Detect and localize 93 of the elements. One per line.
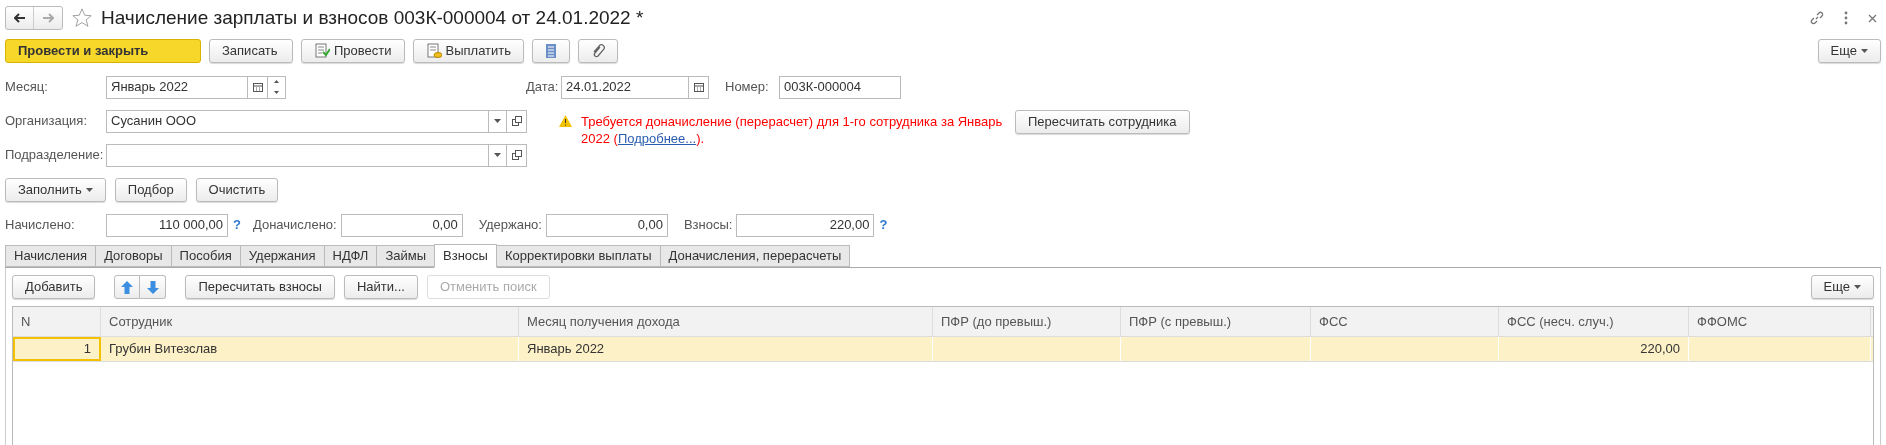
- column-header[interactable]: ПФР (с превыш.): [1121, 307, 1311, 336]
- amount-field[interactable]: 0,00: [545, 213, 668, 237]
- field-label: Месяц:: [5, 78, 49, 97]
- field-label: Номер:: [725, 78, 770, 97]
- amount-field[interactable]: 0,00: [340, 213, 463, 237]
- attach-button[interactable]: [578, 39, 619, 63]
- column-header[interactable]: ФСС (несч. случ.): [1499, 307, 1689, 336]
- toolbar-button[interactable]: Пересчитать взносы: [185, 275, 335, 299]
- action-button[interactable]: Очистить: [195, 178, 279, 202]
- caret-icon: [85, 188, 93, 192]
- more-button[interactable]: Еще: [1817, 39, 1881, 63]
- tab[interactable]: Доначисления, перерасчеты: [659, 245, 851, 267]
- move-down-button[interactable]: [140, 275, 167, 299]
- caret-icon: [1854, 285, 1861, 289]
- toolbar-button[interactable]: Добавить: [12, 275, 96, 299]
- calendar-button[interactable]: [248, 75, 268, 99]
- move-up-button[interactable]: [114, 275, 141, 299]
- document-coins-icon: [425, 43, 442, 59]
- warning-message: Требуется доначисление (перерасчет) для 1-го сотрудника за Январь 2022 (Подробнее...).: [581, 113, 1004, 147]
- column-header[interactable]: ФСС: [1311, 307, 1499, 336]
- table-cell: Январь 2022: [519, 337, 933, 361]
- tab[interactable]: Пособия: [170, 245, 241, 267]
- field-label: Подразделение:: [5, 146, 105, 165]
- table-row[interactable]: 1 Грубин Витезслав Январь 2022 220,00: [13, 337, 1873, 362]
- left-arrow-icon: [13, 13, 26, 23]
- details-link[interactable]: Подробнее...: [617, 131, 697, 146]
- month-field[interactable]: Январь 2022: [106, 75, 248, 99]
- amount-field[interactable]: 220,00: [736, 213, 875, 237]
- open-button[interactable]: [507, 143, 527, 167]
- field-label: Взносы:: [683, 216, 733, 235]
- spin-button[interactable]: [268, 75, 286, 99]
- down-arrow-icon: [146, 280, 159, 294]
- field-label: Дата:: [526, 78, 560, 97]
- help-link[interactable]: ?: [879, 215, 892, 235]
- window-title: Начисление зарплаты и взносов 003К-000004 от 24.01.2022 *: [101, 5, 644, 30]
- caret-icon: [1861, 49, 1868, 53]
- column-header[interactable]: ФФОМС: [1689, 307, 1871, 336]
- toolbar-button[interactable]: Найти...: [343, 275, 418, 299]
- field-label: Удержано:: [478, 216, 542, 235]
- post-close-button[interactable]: Провести и закрыть: [5, 39, 201, 63]
- recalculate-employee-button[interactable]: Пересчитать сотрудника: [1015, 110, 1190, 134]
- tab[interactable]: Удержания: [239, 245, 325, 267]
- document-icon: [314, 43, 330, 59]
- pay-button[interactable]: Выплатить: [412, 39, 525, 63]
- windows-icon: [511, 150, 522, 160]
- close-icon[interactable]: [1868, 13, 1877, 23]
- post-button[interactable]: Провести: [301, 39, 405, 63]
- calendar-icon: [252, 82, 263, 92]
- field-label: Начислено:: [5, 216, 76, 235]
- tab[interactable]: Взносы: [434, 244, 497, 268]
- caret-icon: [494, 119, 501, 123]
- dropdown-button[interactable]: [489, 109, 507, 133]
- column-header[interactable]: Сотрудник: [101, 307, 519, 336]
- column-header[interactable]: ПФР (до превыш.): [933, 307, 1121, 336]
- up-arrow-icon: [121, 280, 134, 294]
- list-icon: [545, 43, 558, 59]
- table-cell: 220,00: [1499, 337, 1689, 361]
- amount-field[interactable]: 110 000,00: [106, 213, 228, 237]
- tab[interactable]: Займы: [376, 245, 436, 267]
- dropdown-button[interactable]: [489, 143, 507, 167]
- field-label: Доначислено:: [253, 216, 337, 235]
- more-icon[interactable]: [1844, 11, 1848, 25]
- tab[interactable]: Начисления: [5, 245, 97, 267]
- number-field[interactable]: 003К-000004: [779, 75, 901, 99]
- calendar-button[interactable]: [689, 75, 709, 99]
- fill-dropdown-button[interactable]: Заполнить: [5, 178, 106, 202]
- tab[interactable]: Корректировки выплаты: [495, 245, 661, 267]
- organization-field[interactable]: Сусанин ООО: [106, 109, 489, 133]
- paperclip-icon: [591, 43, 606, 59]
- action-button[interactable]: Подбор: [114, 178, 187, 202]
- star-icon[interactable]: [71, 7, 93, 29]
- caret-icon: [494, 153, 501, 157]
- down-triangle-icon: [274, 90, 279, 94]
- column-header[interactable]: Месяц получения дохода: [519, 307, 933, 336]
- subdivision-field[interactable]: [106, 143, 489, 167]
- save-button[interactable]: Записать: [209, 39, 293, 63]
- tab[interactable]: Договоры: [95, 245, 172, 267]
- open-button[interactable]: [507, 109, 527, 133]
- windows-icon: [511, 116, 522, 126]
- field-label: Организация:: [5, 112, 89, 131]
- calendar-icon: [693, 82, 704, 92]
- help-link[interactable]: ?: [233, 215, 245, 235]
- right-arrow-icon: [42, 13, 54, 23]
- table-cell: 1: [13, 337, 101, 361]
- warning-icon: [559, 115, 572, 127]
- link-icon[interactable]: [1810, 11, 1824, 25]
- column-header[interactable]: N: [13, 307, 101, 336]
- tab[interactable]: НДФЛ: [323, 245, 378, 267]
- table-cell: Грубин Витезслав: [101, 337, 519, 361]
- up-triangle-icon: [274, 80, 279, 84]
- date-field[interactable]: 24.01.2022: [561, 75, 689, 99]
- list-button[interactable]: [532, 39, 571, 63]
- more-button[interactable]: Еще: [1810, 275, 1874, 299]
